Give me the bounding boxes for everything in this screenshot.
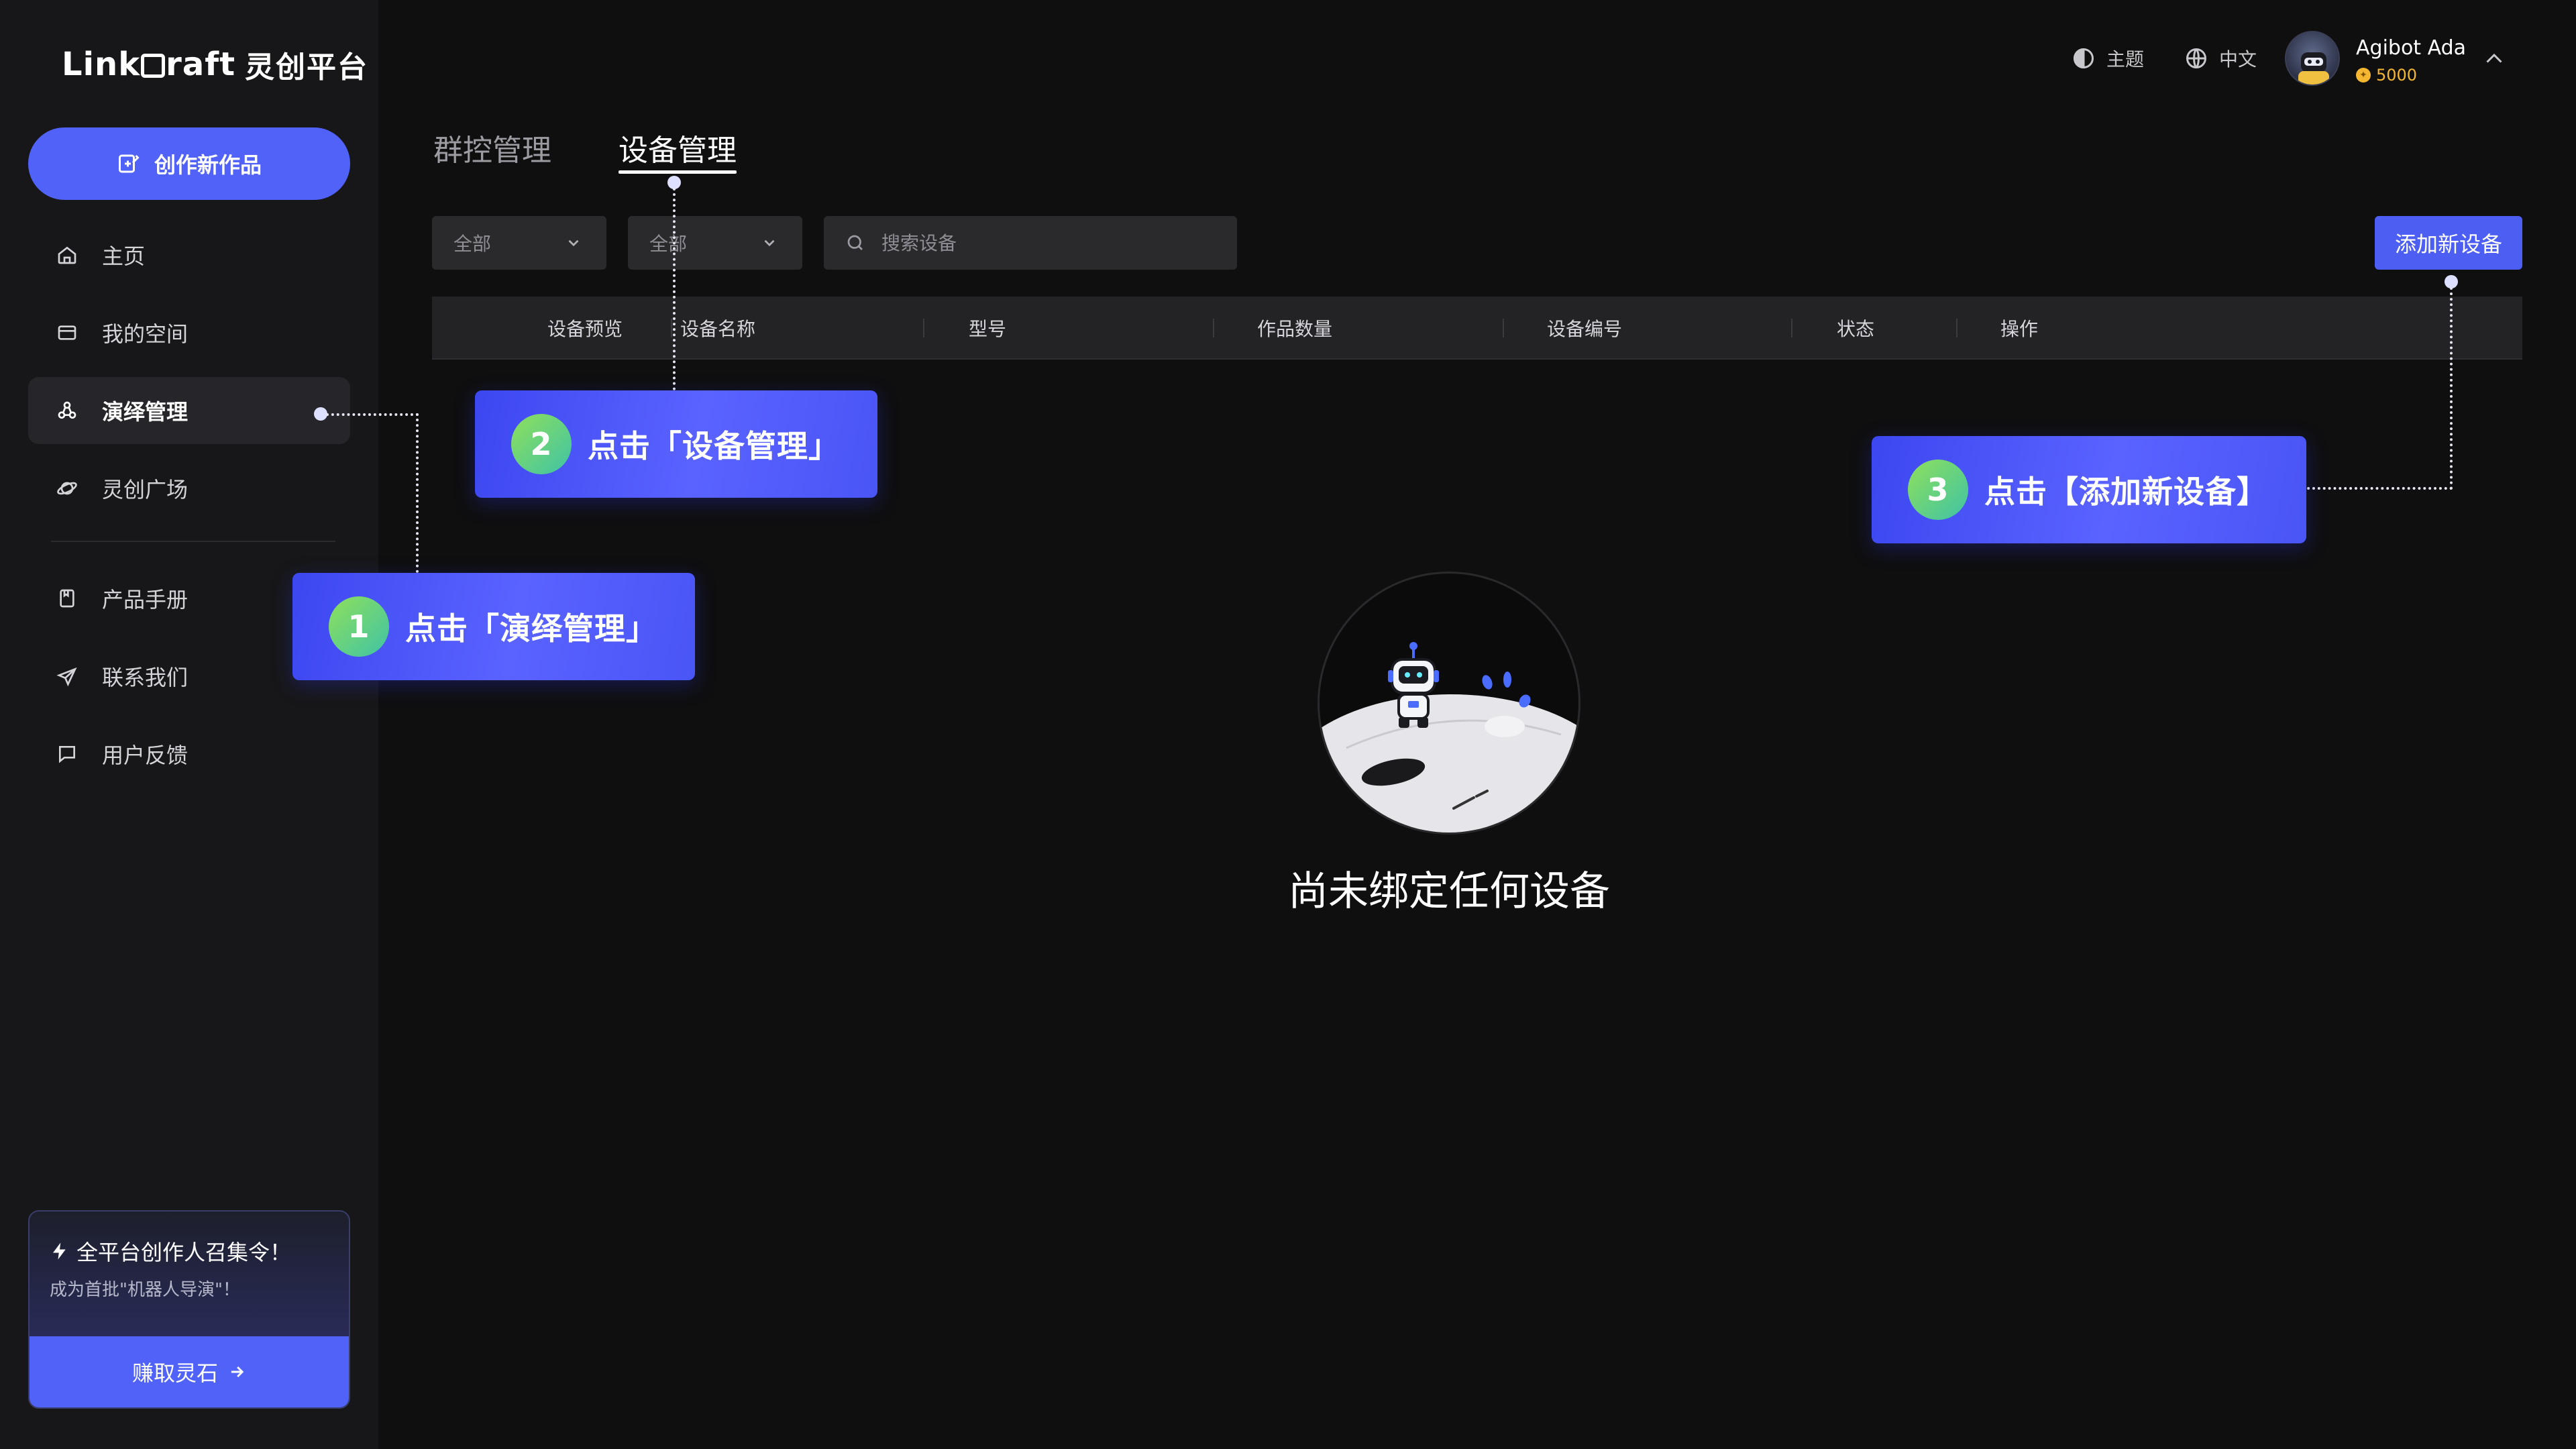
callout-text: 点击【添加新设备】 bbox=[1984, 474, 2268, 510]
book-icon bbox=[55, 586, 79, 610]
sidebar-item-my-space[interactable]: 我的空间 bbox=[28, 299, 350, 366]
column-header-works-count: 作品数量 bbox=[1257, 318, 1333, 340]
chat-icon bbox=[55, 742, 79, 766]
sidebar-item-plaza[interactable]: 灵创广场 bbox=[28, 455, 350, 522]
empty-state-illustration bbox=[1318, 572, 1580, 835]
sidebar-item-performance-management[interactable]: 演绎管理 bbox=[28, 377, 350, 444]
callout-connector bbox=[416, 413, 419, 573]
brand-name-cn: 灵创平台 bbox=[245, 50, 369, 85]
planet-icon bbox=[55, 476, 79, 500]
theme-icon bbox=[2072, 46, 2096, 70]
callout-connector bbox=[326, 413, 419, 416]
user-name: Agibot Ada bbox=[2356, 36, 2467, 60]
sidebar-item-label: 主页 bbox=[102, 244, 146, 269]
column-header-preview: 设备预览 bbox=[547, 318, 623, 340]
home-icon bbox=[55, 243, 79, 267]
nodes-icon bbox=[55, 398, 79, 423]
callout-step-2: 2 点击「设备管理」 bbox=[475, 390, 877, 498]
promo-subtitle: 成为首批"机器人导演"！ bbox=[50, 1280, 240, 1300]
search-input[interactable] bbox=[880, 231, 1216, 255]
column-header-status: 状态 bbox=[1837, 318, 1875, 340]
coin-icon: ✦ bbox=[2356, 68, 2371, 83]
callout-connector bbox=[673, 188, 676, 390]
brand-name-en: Link raft bbox=[62, 46, 236, 83]
edit-icon bbox=[117, 152, 141, 176]
chevron-down-icon bbox=[761, 234, 778, 252]
step-number-badge: 3 bbox=[1908, 460, 1968, 520]
send-icon bbox=[55, 664, 79, 688]
create-new-work-label: 创作新作品 bbox=[154, 152, 262, 178]
user-coin-balance: ✦ 5000 bbox=[2356, 66, 2417, 85]
device-search[interactable] bbox=[824, 216, 1237, 270]
callout-step-1: 1 点击「演绎管理」 bbox=[292, 573, 695, 680]
folder-icon bbox=[55, 321, 79, 345]
avatar[interactable] bbox=[2285, 31, 2340, 86]
language-selector[interactable]: 中文 bbox=[2184, 42, 2257, 75]
sidebar-item-label: 用户反馈 bbox=[102, 743, 189, 768]
filter-select-2[interactable]: 全部 bbox=[628, 216, 802, 270]
chevron-down-icon bbox=[565, 234, 582, 252]
sidebar-item-feedback[interactable]: 用户反馈 bbox=[28, 720, 350, 788]
theme-toggle[interactable]: 主题 bbox=[2072, 42, 2144, 75]
callout-step-3: 3 点击【添加新设备】 bbox=[1872, 436, 2306, 543]
column-header-name: 设备名称 bbox=[680, 318, 756, 340]
column-header-actions: 操作 bbox=[2000, 318, 2039, 340]
lightning-icon bbox=[50, 1241, 70, 1261]
sidebar-item-label: 灵创广场 bbox=[102, 477, 189, 502]
empty-state-text: 尚未绑定任何设备 bbox=[1288, 868, 1610, 915]
callout-anchor-dot bbox=[314, 407, 327, 421]
step-number-badge: 2 bbox=[511, 414, 572, 474]
callout-anchor-dot bbox=[2445, 275, 2458, 288]
create-new-work-button[interactable]: 创作新作品 bbox=[28, 127, 350, 200]
step-number-badge: 1 bbox=[329, 596, 389, 657]
arrow-right-icon bbox=[227, 1362, 246, 1381]
promo-title: 全平台创作人召集令！ bbox=[50, 1236, 291, 1267]
search-icon bbox=[845, 233, 865, 253]
sidebar-item-label: 产品手册 bbox=[102, 587, 189, 612]
device-table-header: 设备预览 设备名称 型号 作品数量 设备编号 状态 操作 bbox=[432, 297, 2522, 360]
column-header-model: 型号 bbox=[969, 318, 1007, 340]
sidebar-item-home[interactable]: 主页 bbox=[28, 221, 350, 288]
sidebar-item-label: 演绎管理 bbox=[102, 399, 189, 425]
callout-connector bbox=[2450, 287, 2453, 490]
column-header-device-id: 设备编号 bbox=[1547, 318, 1623, 340]
sidebar: Link raft 灵创平台 创作新作品 主页 我的空间 演绎管理 灵创广场 产… bbox=[0, 0, 378, 1449]
sidebar-item-label: 联系我们 bbox=[102, 665, 189, 690]
sidebar-item-label: 我的空间 bbox=[102, 321, 189, 347]
active-tab-indicator bbox=[619, 170, 737, 174]
earn-spirit-stone-button[interactable]: 赚取灵石 bbox=[30, 1336, 349, 1407]
brand-logo[interactable]: Link raft 灵创平台 bbox=[62, 44, 368, 85]
callout-text: 点击「演绎管理」 bbox=[405, 610, 657, 647]
globe-icon bbox=[2184, 46, 2208, 70]
chevron-up-icon[interactable] bbox=[2482, 47, 2506, 74]
tab-group-control[interactable]: 群控管理 bbox=[433, 126, 551, 169]
promo-card: 全平台创作人召集令！ 成为首批"机器人导演"！ 赚取灵石 bbox=[28, 1210, 350, 1409]
filter-select-1[interactable]: 全部 bbox=[432, 216, 606, 270]
callout-anchor-dot bbox=[667, 176, 681, 189]
add-new-device-button[interactable]: 添加新设备 bbox=[2375, 216, 2522, 270]
tab-device-management[interactable]: 设备管理 bbox=[619, 126, 737, 169]
callout-text: 点击「设备管理」 bbox=[588, 428, 840, 464]
sidebar-divider bbox=[51, 541, 335, 542]
